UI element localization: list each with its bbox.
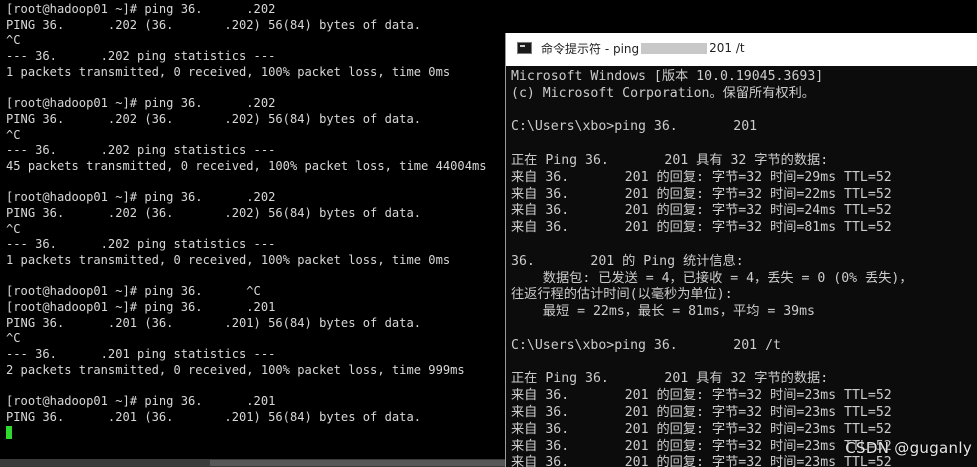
terminal-line: PING 36. .201 (36. .201) 56(84) bytes of… (6, 315, 422, 330)
cmd-line: C:\Users\xbo>ping 36. 201 (511, 119, 758, 135)
window-title-prefix: 命令提示符 - ping (541, 41, 640, 56)
terminal-line: 45 packets transmitted, 0 received, 100%… (6, 158, 487, 173)
cmd-line: 往返行程的估计时间(以毫秒为单位): (511, 287, 733, 303)
desktop-screenshot: [root@hadoop01 ~]# ping 36. .202 PING 36… (0, 0, 977, 467)
terminal-line: ^C (6, 221, 21, 236)
terminal-line: [root@hadoop01 ~]# ping 36. .201 (6, 300, 276, 315)
cmd-line: 来自 36. 201 的回复: 字节=32 时间=29ms TTL=52 (511, 169, 892, 185)
terminal-line: 1 packets transmitted, 0 received, 100% … (6, 253, 451, 267)
cmd-line: 来自 36. 201 的回复: 字节=32 时间=23ms TTL=52 (511, 388, 892, 404)
terminal-line: ^C (6, 331, 21, 346)
terminal-line: [root@hadoop01 ~]# ping 36. .202 (6, 2, 276, 16)
cmd-line: 正在 Ping 36. 201 具有 32 字节的数据: (511, 152, 829, 168)
cmd-line: (c) Microsoft Corporation。保留所有权利。 (511, 85, 815, 101)
cmd-line: 来自 36. 201 的回复: 字节=32 时间=23ms TTL=52 (511, 421, 892, 437)
cmd-line: 36. 201 的 Ping 统计信息: (511, 253, 744, 269)
redacted-ip (641, 42, 708, 54)
terminal-line: --- 36. .202 ping statistics --- (6, 237, 276, 252)
terminal-line: [root@hadoop01 ~]# ping 36. ^C (6, 284, 261, 299)
cmd-line: 来自 36. 201 的回复: 字节=32 时间=23ms TTL=52 (511, 455, 892, 467)
terminal-cursor (6, 425, 12, 439)
ssh-terminal[interactable]: [root@hadoop01 ~]# ping 36. .202 PING 36… (0, 0, 505, 459)
cmd-line: 来自 36. 201 的回复: 字节=32 时间=23ms TTL=52 (511, 404, 892, 420)
cmd-console[interactable]: Microsoft Windows [版本 10.0.19045.3693] (… (506, 66, 977, 467)
cmd-icon (517, 42, 532, 54)
cmd-line: 来自 36. 201 的回复: 字节=32 时间=24ms TTL=52 (511, 203, 892, 219)
terminal-line: [root@hadoop01 ~]# ping 36. .201 (6, 394, 276, 409)
cmd-line (511, 355, 977, 372)
terminal-line: PING 36. .202 (36. .202) 56(84) bytes of… (6, 111, 422, 126)
terminal-line: ^C (6, 33, 21, 48)
cmd-line: 来自 36. 201 的回复: 字节=32 时间=22ms TTL=52 (511, 186, 892, 202)
cmd-line: C:\Users\xbo>ping 36. 201 /t (511, 337, 781, 353)
cmd-line (511, 321, 977, 338)
terminal-line: ^C (6, 127, 21, 142)
terminal-line: --- 36. .202 ping statistics --- (6, 143, 276, 158)
cmd-titlebar[interactable]: 命令提示符 - ping 201 /t (506, 33, 977, 63)
csdn-watermark: CSDN @guganly (845, 439, 972, 457)
terminal-line: --- 36. .201 ping statistics --- (6, 347, 276, 362)
terminal-cursor-line (6, 425, 505, 442)
terminal-line: PING 36. .201 (36. .201) 56(84) bytes of… (6, 409, 422, 424)
cmd-window[interactable]: 命令提示符 - ping 201 /t Microsoft Windows [版… (505, 33, 977, 467)
cmd-line: Microsoft Windows [版本 10.0.19045.3693] (511, 69, 824, 84)
terminal-line: PING 36. .202 (36. .202) 56(84) bytes of… (6, 205, 422, 220)
cmd-line (511, 237, 977, 254)
terminal-line: 1 packets transmitted, 0 received, 100% … (6, 64, 451, 79)
terminal-line: [root@hadoop01 ~]# ping 36. .202 (6, 190, 276, 205)
cmd-line: 来自 36. 201 的回复: 字节=32 时间=81ms TTL=52 (511, 220, 892, 236)
terminal-line: --- 36. .202 ping statistics --- (6, 49, 276, 64)
terminal-line: [root@hadoop01 ~]# ping 36. .202 (6, 96, 276, 111)
cmd-line (511, 103, 977, 120)
cmd-line: 最短 = 22ms，最长 = 81ms，平均 = 39ms (511, 304, 815, 320)
terminal-line: PING 36. .202 (36. .202) 56(84) bytes of… (6, 17, 422, 32)
window-title-suffix: 201 /t (709, 41, 745, 55)
cmd-line: 正在 Ping 36. 201 具有 32 字节的数据: (511, 371, 829, 387)
cmd-line (511, 136, 977, 153)
cmd-line: 数据包: 已发送 = 4，已接收 = 4，丢失 = 0 (0% 丢失)， (511, 270, 913, 286)
terminal-line: 2 packets transmitted, 0 received, 100% … (6, 362, 465, 377)
